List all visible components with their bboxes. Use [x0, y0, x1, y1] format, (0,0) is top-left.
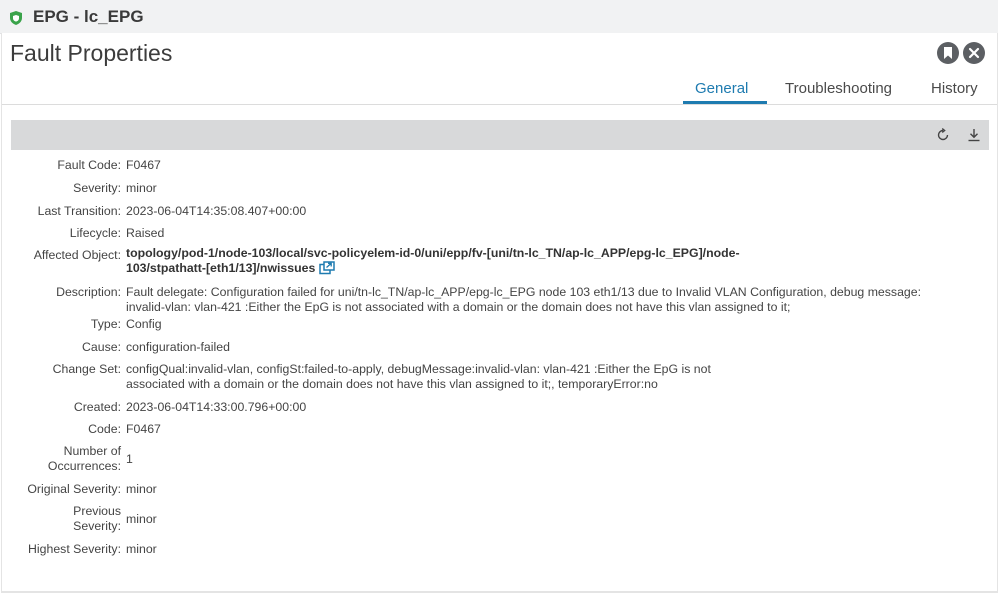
last-transition-label: Last Transition:	[37, 204, 121, 218]
refresh-icon[interactable]	[935, 127, 951, 143]
original-severity-label: Original Severity:	[27, 482, 121, 496]
bookmark-button[interactable]	[937, 42, 959, 64]
previous-severity-value: minor	[126, 512, 157, 526]
tab-general[interactable]: General	[695, 80, 748, 97]
close-button[interactable]	[963, 42, 985, 64]
close-icon	[968, 47, 980, 59]
row-occurrences: Number of Occurrences: 1	[2, 444, 992, 476]
highest-severity-label: Highest Severity:	[28, 542, 121, 556]
code-label: Code:	[88, 422, 121, 436]
window-titlebar: EPG - lc_EPG	[0, 0, 998, 34]
fault-properties-panel: Fault Properties General Troubleshooting…	[1, 33, 998, 593]
description-value-line1: Fault delegate: Configuration failed for…	[126, 285, 922, 299]
code-value: F0467	[126, 422, 161, 436]
previous-severity-label-line1: Previous	[73, 504, 121, 518]
description-label: Description:	[56, 285, 121, 299]
previous-severity-label-line2: Severity:	[73, 519, 121, 533]
row-previous-severity: Previous Severity: minor	[2, 504, 992, 536]
tab-history[interactable]: History	[931, 80, 978, 97]
last-transition-value: 2023-06-04T14:35:08.407+00:00	[126, 204, 307, 218]
fault-code-value: F0467	[126, 158, 161, 172]
original-severity-value: minor	[126, 482, 157, 496]
severity-value: minor	[126, 181, 157, 195]
occurrences-value: 1	[126, 452, 133, 466]
change-set-value-line1: configQual:invalid-vlan, configSt:failed…	[126, 362, 711, 376]
description-value-line2: invalid-vlan: vlan-421 :Either the EpG i…	[126, 300, 791, 314]
properties-toolbar	[11, 120, 989, 150]
affected-object-value-line2[interactable]: 103/stpathatt-[eth1/13]/nwissues	[126, 261, 315, 275]
cause-label: Cause:	[82, 340, 121, 354]
row-affected-object: Affected Object: topology/pod-1/node-103…	[2, 246, 992, 280]
fault-code-label: Fault Code:	[57, 158, 121, 172]
lifecycle-value: Raised	[126, 226, 165, 240]
created-value: 2023-06-04T14:33:00.796+00:00	[126, 400, 307, 414]
lifecycle-label: Lifecycle:	[69, 226, 121, 240]
download-icon[interactable]	[966, 127, 982, 143]
highest-severity-value: minor	[126, 542, 157, 556]
row-description: Description: Fault delegate: Configurati…	[2, 285, 992, 317]
tabs-divider	[2, 104, 997, 105]
occurrences-label-line2: Occurrences:	[47, 459, 121, 473]
shield-icon	[10, 11, 22, 25]
affected-object-label: Affected Object:	[33, 248, 121, 262]
type-value: Config	[126, 317, 162, 331]
open-external-icon[interactable]	[319, 261, 336, 275]
severity-label: Severity:	[73, 181, 121, 195]
cause-value: configuration-failed	[126, 340, 230, 354]
bookmark-icon	[944, 47, 952, 59]
change-set-label: Change Set:	[52, 362, 121, 376]
tab-troubleshooting[interactable]: Troubleshooting	[785, 80, 892, 97]
change-set-value-line2: associated with a domain or the domain d…	[126, 377, 658, 391]
created-label: Created:	[73, 400, 121, 414]
occurrences-label-line1: Number of	[63, 444, 121, 458]
row-change-set: Change Set: configQual:invalid-vlan, con…	[2, 362, 992, 394]
panel-title: Fault Properties	[10, 40, 173, 66]
affected-object-value-line1[interactable]: topology/pod-1/node-103/local/svc-policy…	[126, 246, 740, 261]
type-label: Type:	[90, 317, 121, 331]
window-title: EPG - lc_EPG	[33, 7, 144, 26]
